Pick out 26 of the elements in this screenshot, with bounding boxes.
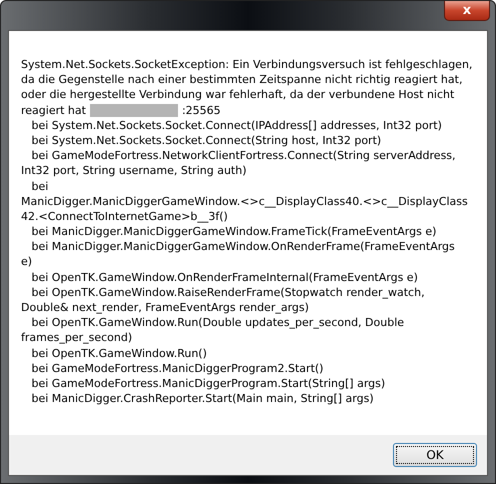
- error-text-line: bei GameModeFortress.ManicDiggerProgram2.Start(): [30, 360, 324, 376]
- error-text-line: bei ManicDigger.ManicDiggerGameWindow.OnRenderFrame(FrameEventArgs: [30, 239, 456, 254]
- close-button[interactable]: x: [444, 1, 490, 21]
- error-text-line: reagiert hat: [21, 102, 86, 118]
- error-text-line: oder die hergestellte Verbindung war fehlerhaft, da der verbundene Host nicht: [21, 87, 456, 103]
- error-text-line: bei: [30, 178, 50, 194]
- error-text-line: bei GameModeFortress.ManicDiggerProgram.Start(String[] args): [30, 376, 386, 392]
- error-text-line: e): [21, 254, 34, 270]
- error-text-line: bei System.Net.Sockets.Socket.Connect(IPAddress[] addresses, Int32 port): [30, 118, 443, 133]
- error-text-line: bei GameModeFortress.NetworkClientFortress.Connect(String serverAddress,: [30, 148, 457, 164]
- error-text-line: bei System.Net.Sockets.Socket.Connect(String host, Int32 port): [30, 132, 382, 148]
- error-text-line: 42.<ConnectToInternetGame>b__3f(): [21, 208, 229, 224]
- error-text-line: da die Gegenstelle nach einer bestimmten Zeitspanne nicht richtig reagiert hat,: [21, 72, 464, 88]
- error-text-line: bei OpenTK.GameWindow.Run(Double updates_per_second, Double: [30, 315, 406, 330]
- error-text-line: System.Net.Sockets.SocketException: Ein Verbindungsversuch ist fehlgeschlagen,: [21, 57, 474, 72]
- error-text-line: bei OpenTK.GameWindow.RaiseRenderFrame(Stopwatch render_watch,: [30, 284, 426, 300]
- error-text-line: Double& next_render, FrameEventArgs render_args): [21, 300, 310, 316]
- error-text-line: ManicDigger.ManicDiggerGameWindow.<>c__DisplayClass40.<>c__DisplayClass: [21, 194, 469, 209]
- error-text-line: bei OpenTK.GameWindow.OnRenderFrameInternal(FrameEventArgs e): [30, 270, 419, 285]
- error-text-line: bei ManicDigger.ManicDiggerGameWindow.FrameTick(FrameEventArgs e): [30, 224, 438, 240]
- error-text-line: Int32 port, String username, String auth): [21, 163, 248, 178]
- error-text-line: bei ManicDigger.CrashReporter.Start(Main main, String[] args): [30, 391, 375, 406]
- error-text-line: frames_per_second): [21, 330, 134, 346]
- ok-button[interactable]: OK: [393, 443, 477, 467]
- error-text-line: bei OpenTK.GameWindow.Run(): [30, 346, 208, 361]
- error-text-line: :25565: [182, 102, 221, 118]
